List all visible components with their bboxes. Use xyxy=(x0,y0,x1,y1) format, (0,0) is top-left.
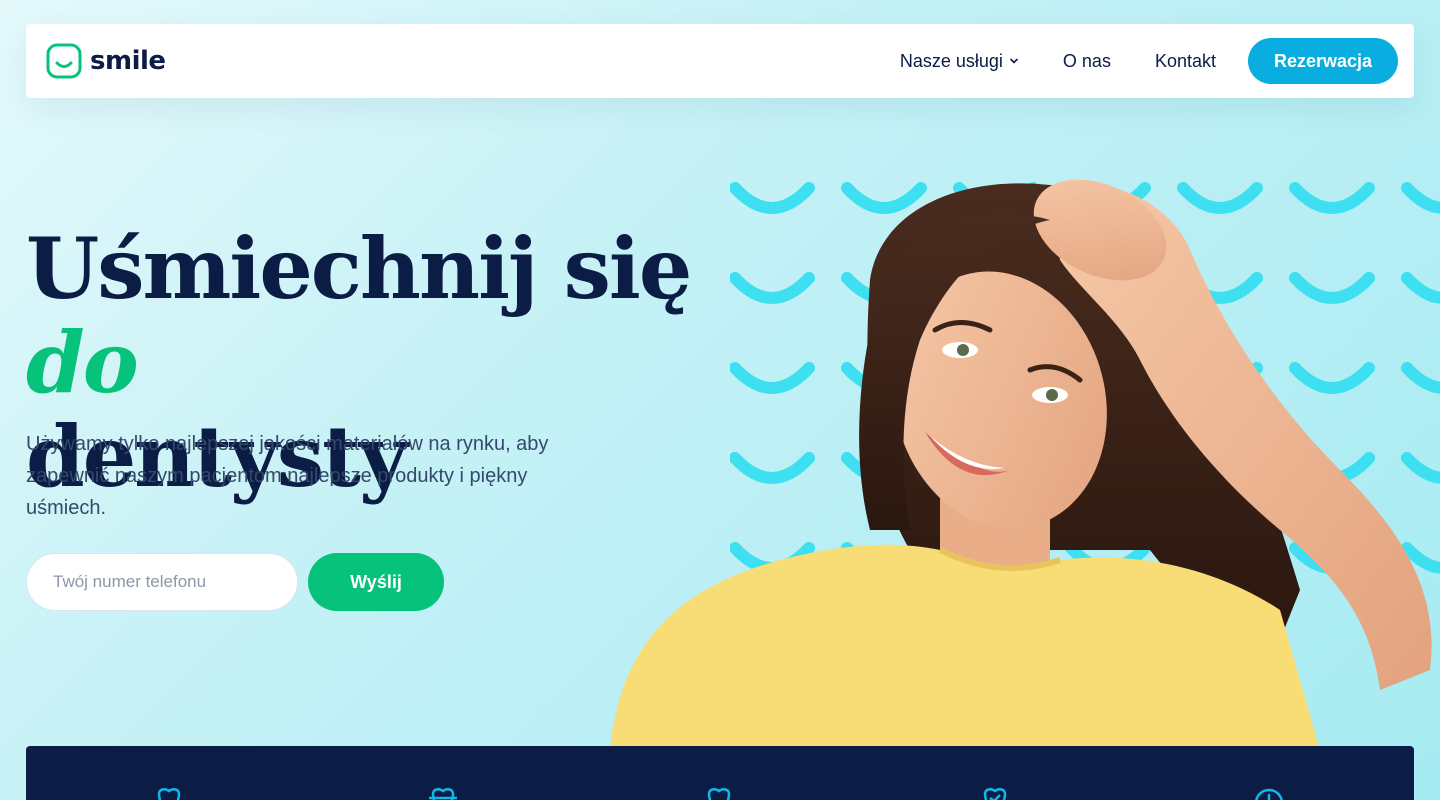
chevron-down-icon xyxy=(1010,58,1018,64)
top-navbar: smile Nasze usługi O nas Kontakt Rezerwa… xyxy=(26,24,1414,98)
nav-link-about[interactable]: O nas xyxy=(1063,51,1111,72)
hero-subtitle: Używamy tylko najlepszej jakości materia… xyxy=(26,433,549,519)
smile-face-icon xyxy=(46,43,82,79)
hero-title-accent: do xyxy=(26,313,139,412)
nav-link-contact[interactable]: Kontakt xyxy=(1155,51,1216,72)
booking-button[interactable]: Rezerwacja xyxy=(1248,38,1398,84)
send-button[interactable]: Wyślij xyxy=(308,553,444,611)
logo-text: smile xyxy=(90,46,166,76)
nav-links: Nasze usługi O nas Kontakt xyxy=(900,51,1216,72)
hero-title-part1: Uśmiechnij się xyxy=(26,219,692,318)
tooth-brace-icon xyxy=(429,788,457,800)
phone-number-input[interactable] xyxy=(26,553,298,611)
tooth-icon xyxy=(157,788,181,800)
features-panel xyxy=(26,746,1414,800)
nav-link-services[interactable]: Nasze usługi xyxy=(900,51,1019,72)
tooth-check-icon xyxy=(983,788,1007,800)
tooth-icon xyxy=(707,788,731,800)
clock-icon xyxy=(1255,788,1283,800)
nav-link-services-label: Nasze usługi xyxy=(899,50,1003,71)
logo[interactable]: smile xyxy=(46,43,166,79)
